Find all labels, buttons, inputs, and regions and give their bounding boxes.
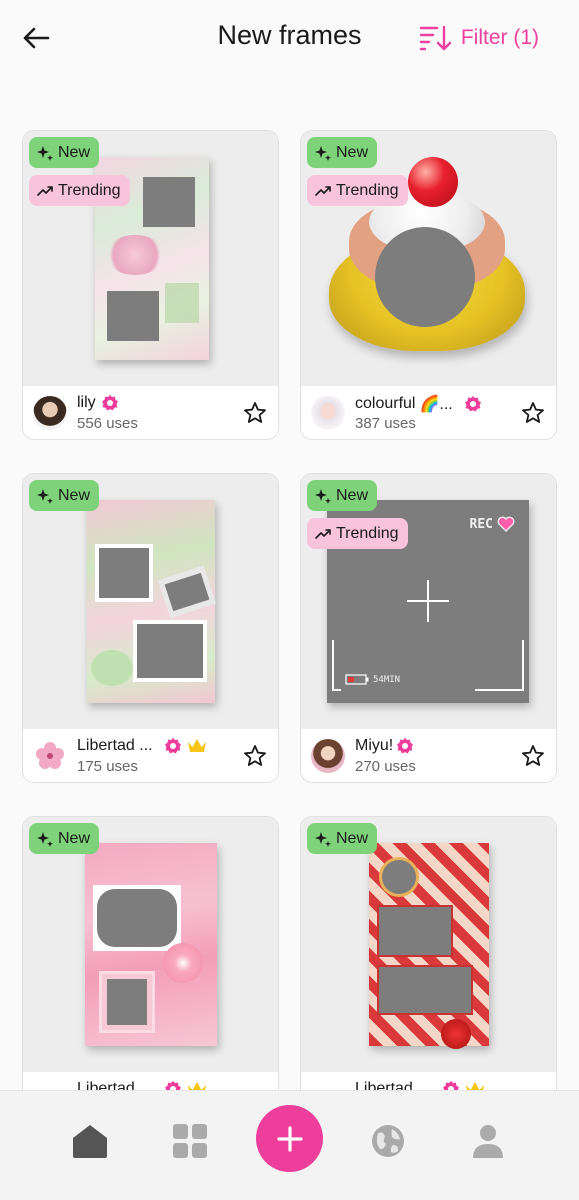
frame-preview[interactable]: New Trending [23,131,278,386]
flower-icon [36,742,64,769]
author-name[interactable]: Miyu! [355,737,393,755]
new-badge-label: New [58,486,91,504]
verified-icon [464,396,481,412]
top-bar: New frames Filter (1) [0,0,579,76]
new-badge: New [29,480,100,511]
sparkle-icon [37,145,53,161]
sparkle-icon [315,831,331,847]
trending-badge: Trending [307,518,408,549]
card-footer: colourful 🌈... 387 uses [301,386,556,439]
frame-preview[interactable]: New [23,817,278,1072]
author-line: lily [77,394,118,412]
favorite-button[interactable] [242,400,268,426]
frame-preview[interactable]: New [23,474,278,729]
sort-icon [419,25,452,51]
frame-preview[interactable]: New Trending [301,131,556,386]
uses-count: 556 uses [77,415,138,432]
star-icon [244,745,266,766]
verified-icon [397,738,414,754]
star-icon [244,402,266,423]
frame-card[interactable]: New Libertad ... [300,816,557,1126]
author-line: Miyu! [355,737,414,755]
verified-icon [101,395,118,411]
bottom-nav [0,1090,579,1200]
frame-card[interactable]: New Libertad ... 175 uses [22,473,279,783]
card-footer: lily 556 uses [23,386,278,439]
new-badge: New [307,137,378,168]
card-footer: Miyu! 270 uses [301,729,556,782]
sparkle-icon [37,488,53,504]
sparkle-icon [315,488,331,504]
new-badge: New [29,823,100,854]
create-button[interactable] [256,1105,323,1172]
frame-thumbnail [87,500,217,703]
new-badge: New [29,137,100,168]
new-badge-label: New [336,143,369,161]
battery-icon [345,674,369,685]
frame-thumbnail [369,843,489,1049]
trending-badge-label: Trending [336,524,399,542]
frame-preview[interactable]: REC 54MIN New Trending [301,474,556,729]
trending-up-icon [37,185,53,196]
frame-thumbnail [85,843,217,1046]
author-line: colourful 🌈... [355,394,481,414]
card-footer: Libertad ... 175 uses [23,729,278,782]
nav-templates[interactable] [168,1119,212,1163]
uses-count: 270 uses [355,758,416,775]
verified-icon [164,738,181,754]
nav-profile[interactable] [466,1119,510,1163]
grid-icon [173,1124,207,1158]
home-icon [73,1125,107,1158]
battery-text: 54MIN [373,674,401,685]
frame-card[interactable]: New Trending colourful 🌈... 387 uses [300,130,557,440]
star-icon [522,402,544,423]
new-badge-label: New [58,143,91,161]
new-badge-label: New [58,829,91,847]
author-name[interactable]: lily [77,394,96,412]
globe-icon [372,1125,404,1157]
avatar[interactable] [33,739,67,773]
trending-badge-label: Trending [336,181,399,199]
filter-label: Filter (1) [460,26,539,49]
author-emoji: 🌈... [419,396,453,413]
trending-badge: Trending [307,175,408,206]
frame-card[interactable]: New Libertad ... [22,816,279,1126]
sparkle-icon [315,145,331,161]
new-badge-label: New [336,829,369,847]
nav-home[interactable] [68,1119,112,1163]
app: New frames Filter (1) New Trending lily … [0,0,579,1200]
new-badge: New [307,823,378,854]
uses-count: 175 uses [77,758,138,775]
new-badge-label: New [336,486,369,504]
battery-indicator: 54MIN [345,674,400,685]
profile-icon [473,1125,503,1158]
trending-badge: Trending [29,175,130,206]
crown-icon [187,739,206,752]
new-badge: New [307,480,378,511]
avatar[interactable] [311,396,345,430]
author-name[interactable]: Libertad ... [77,737,153,755]
trending-up-icon [315,528,331,539]
favorite-button[interactable] [520,743,546,769]
author-line: Libertad ... [77,737,207,755]
favorite-button[interactable] [242,743,268,769]
avatar[interactable] [311,739,345,773]
nav-explore[interactable] [366,1119,410,1163]
filter-button[interactable]: Filter (1) [419,20,539,56]
favorite-button[interactable] [520,400,546,426]
author-name[interactable]: colourful [355,395,415,413]
uses-count: 387 uses [355,415,416,432]
back-button[interactable] [18,20,54,56]
avatar[interactable] [33,396,67,430]
star-icon [522,745,544,766]
frame-card[interactable]: New Trending lily 556 uses [22,130,279,440]
sparkle-icon [37,831,53,847]
trending-up-icon [315,185,331,196]
add-icon [276,1125,303,1152]
frame-card[interactable]: REC 54MIN New Trending Miyu! 270 uses [300,473,557,783]
back-arrow-icon [23,27,50,49]
trending-badge-label: Trending [58,181,121,199]
frame-preview[interactable]: New [301,817,556,1072]
